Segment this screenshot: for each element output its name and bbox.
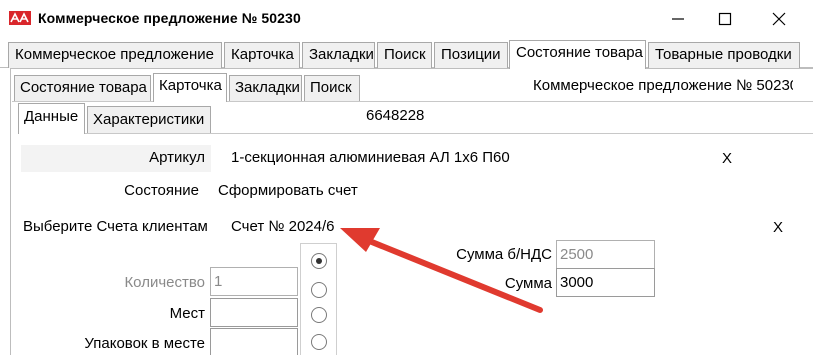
invoice-clear-button[interactable]: X — [773, 219, 783, 236]
maximize-icon — [718, 12, 732, 26]
minimize-icon — [672, 18, 684, 20]
data-tab-characteristics[interactable]: Характеристики — [87, 106, 211, 133]
article-value[interactable]: 1-секционная алюминиевая АЛ 1х6 П60 — [231, 149, 510, 166]
tab-goods-state[interactable]: Состояние товара — [509, 40, 646, 69]
tab-bookmarks[interactable]: Закладки — [302, 42, 375, 68]
quantity-label: Количество — [124, 274, 205, 291]
tab-goods-postings[interactable]: Товарные проводки — [648, 42, 800, 68]
article-label: Артикул — [149, 149, 205, 166]
tab-search[interactable]: Поиск — [377, 42, 432, 68]
maximize-button[interactable] — [702, 5, 748, 33]
packs-field[interactable] — [210, 328, 298, 355]
tab-positions[interactable]: Позиции — [434, 42, 508, 68]
inner-tab-divider — [12, 101, 813, 102]
tab-commercial-offer[interactable]: Коммерческое предложение — [8, 42, 222, 68]
places-field[interactable] — [210, 298, 298, 327]
packs-label: Упаковок в месте — [84, 335, 205, 352]
document-title: Коммерческое предложение № 50230 — [533, 77, 793, 94]
state-label: Состояние — [124, 182, 199, 199]
inner-tab-goods-state[interactable]: Состояние товара — [14, 75, 151, 101]
places-label: Мест — [169, 305, 205, 322]
data-tab-divider — [18, 133, 813, 134]
invoice-value[interactable]: Счет № 2024/6 — [231, 218, 335, 235]
data-tab-data[interactable]: Данные — [18, 103, 85, 134]
app-logo-icon — [9, 11, 31, 25]
radio-option-4[interactable] — [311, 334, 327, 350]
article-clear-button[interactable]: X — [722, 150, 732, 167]
inner-tab-bookmarks[interactable]: Закладки — [229, 75, 302, 101]
state-value[interactable]: Сформировать счет — [218, 182, 358, 199]
radio-option-3[interactable] — [311, 307, 327, 323]
radio-option-1[interactable] — [311, 253, 327, 269]
close-icon — [772, 12, 786, 26]
title-bar: Коммерческое предложение № 50230 — [0, 0, 813, 38]
sum-label: Сумма — [504, 275, 552, 292]
radio-selected-dot — [316, 258, 322, 264]
close-window-button[interactable] — [756, 5, 802, 33]
invoice-label: Выберите Счета клиентам — [23, 218, 208, 235]
minimize-button[interactable] — [655, 5, 701, 33]
sum-no-vat-field[interactable]: 2500 — [556, 240, 655, 269]
quantity-field[interactable]: 1 — [210, 267, 298, 296]
tab-card[interactable]: Карточка — [224, 42, 300, 68]
sum-no-vat-label: Сумма б/НДС — [456, 246, 552, 263]
item-code: 6648228 — [366, 107, 425, 124]
inner-tab-card[interactable]: Карточка — [153, 73, 227, 102]
radio-option-2[interactable] — [311, 282, 327, 298]
sum-field[interactable]: 3000 — [556, 268, 655, 297]
inner-tab-search[interactable]: Поиск — [304, 75, 360, 101]
window-title: Коммерческое предложение № 50230 — [38, 10, 301, 26]
